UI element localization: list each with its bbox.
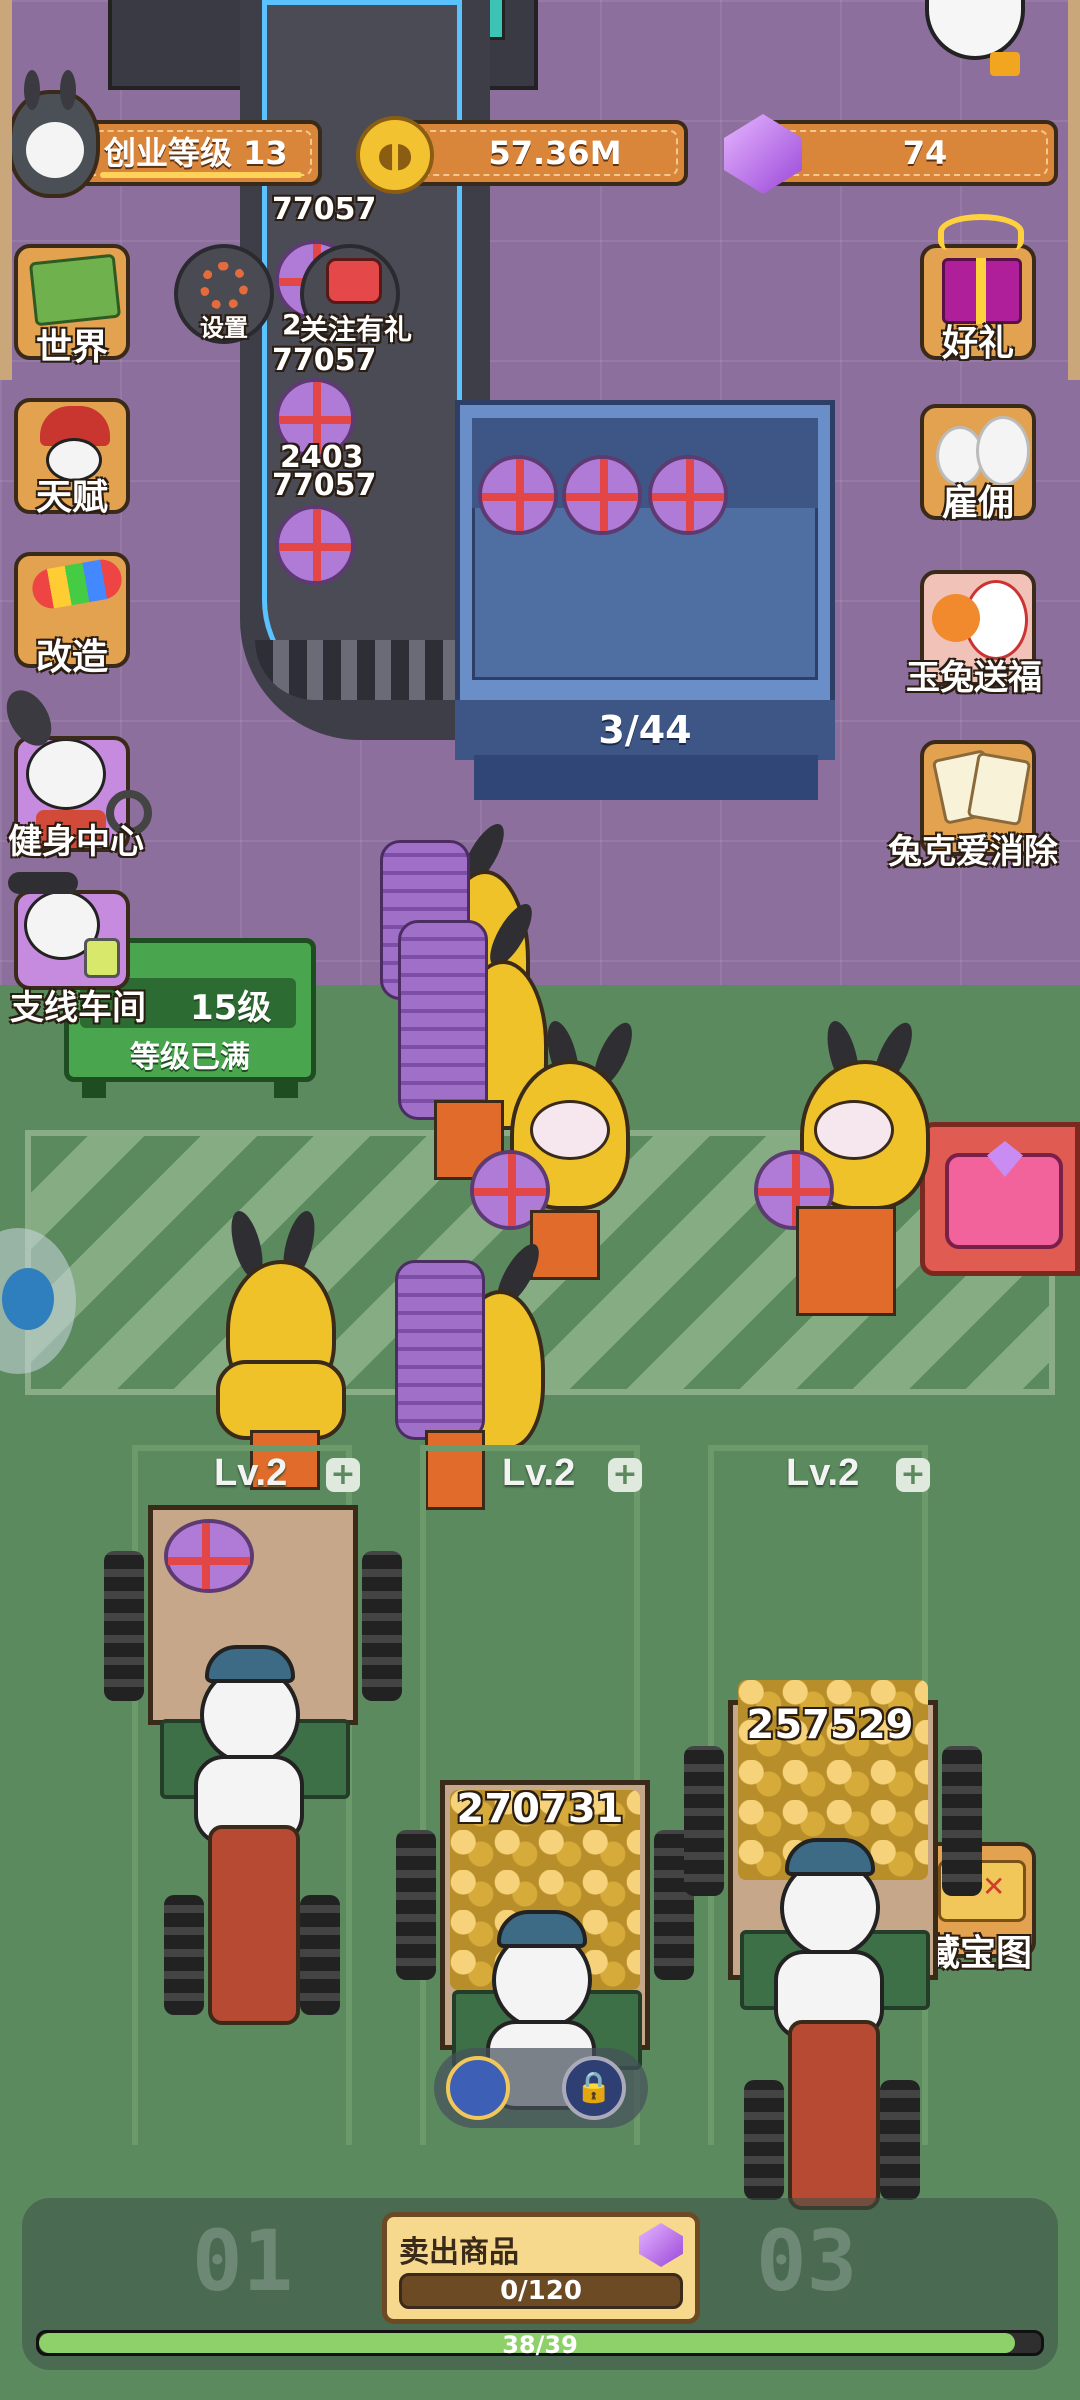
shelf-foot	[474, 755, 818, 800]
left-wall-edge	[0, 0, 12, 380]
lock-icon[interactable]: 🔒	[562, 2056, 626, 2120]
gift-label: 好礼	[941, 323, 1014, 364]
gym-label: 健身中心	[8, 822, 144, 862]
sell-goods-panel[interactable]: 卖出商品 0/120	[382, 2212, 700, 2324]
coin-balance-bar[interactable]: 57.36M	[392, 120, 688, 186]
settings-label: 设置	[200, 314, 248, 342]
chat-icon	[2, 1268, 54, 1330]
sell-progress-text: 0/120	[500, 2276, 582, 2306]
conveyor-label: 77057	[272, 192, 377, 227]
truck-3-coin-count: 257529	[746, 1702, 914, 1748]
delivery-truck-1[interactable]	[104, 1505, 404, 2045]
level-progress-bar	[100, 172, 302, 178]
stored-gift	[478, 455, 558, 535]
paint-roller-icon	[29, 556, 125, 612]
jade-rabbit-label: 玉兔送福	[906, 658, 1042, 698]
gem-balance-bar[interactable]: 74	[762, 120, 1058, 186]
delivery-truck-2[interactable]	[396, 1780, 696, 2200]
elimination-label: 兔克爱消除	[888, 832, 1058, 872]
settings-button[interactable]: 设置	[174, 244, 274, 344]
sell-progress-track: 0/120	[399, 2273, 683, 2309]
branch-workshop-label: 支线车间	[10, 988, 146, 1028]
chicken-foot	[990, 52, 1020, 76]
hire-label: 雇佣	[941, 483, 1014, 524]
delivery-truck-3[interactable]	[684, 1680, 984, 2220]
lane-level-label: Lv.2	[502, 1452, 576, 1494]
x-mark-icon: ✕	[982, 1870, 1006, 1903]
storage-count: 3/44	[598, 708, 692, 752]
workshop-level: 15级	[190, 988, 272, 1028]
dock-number-1: 01	[192, 2212, 294, 2310]
workshop-cap	[8, 872, 78, 894]
stored-gift	[562, 455, 642, 535]
main-progress-text: 38/39	[502, 2331, 578, 2359]
remodel-label: 改造	[35, 637, 108, 678]
gear-icon	[200, 262, 248, 310]
gem-balance: 74	[902, 134, 948, 172]
lane-level-label: Lv.2	[786, 1452, 860, 1494]
workshop-status: 等级已满	[130, 1040, 250, 1075]
world-map-icon	[28, 253, 122, 327]
follow-gift-label: 关注有礼	[300, 313, 413, 346]
lantern-icon	[932, 594, 980, 642]
lane-upgrade-button[interactable]: +	[608, 1458, 642, 1492]
player-avatar[interactable]	[8, 70, 100, 198]
conveyor-label: 77057	[272, 343, 377, 378]
follow-gift-count: 2	[282, 308, 302, 341]
worker-carrying-gift[interactable]	[754, 1017, 930, 1320]
dock-number-3: 03	[756, 2212, 858, 2310]
speed-boost-button[interactable]	[446, 2056, 510, 2120]
lane-level-label: Lv.2	[214, 1452, 288, 1494]
world-label: 世界	[35, 327, 108, 368]
conveyor-label: 77057	[272, 468, 377, 503]
lane-upgrade-button[interactable]: +	[326, 1458, 360, 1492]
avatar-ear	[24, 70, 40, 110]
gem-icon	[639, 2223, 683, 2267]
gym-mascot-icon	[26, 740, 106, 810]
rabbit-coin-icon: ◖◗	[356, 116, 434, 194]
talent-label: 天赋	[35, 477, 108, 518]
cup-icon	[84, 938, 120, 978]
avatar-ear	[60, 70, 76, 110]
coin-balance: 57.36M	[488, 134, 622, 172]
branch-workshop-button[interactable]	[14, 890, 130, 990]
avatar-face	[26, 122, 84, 178]
sign-leg	[82, 1080, 106, 1098]
heart-gift-icon	[326, 258, 382, 304]
sell-goods-label: 卖出商品	[399, 2235, 519, 2270]
lane-upgrade-button[interactable]: +	[896, 1458, 930, 1492]
mahjong-tile-icon	[966, 751, 1032, 827]
right-wall-edge	[1068, 0, 1080, 380]
gift-bow-icon	[938, 214, 1024, 250]
truck-2-coin-count: 270731	[456, 1786, 624, 1832]
sign-leg	[274, 1080, 298, 1098]
treasure-chest-offer[interactable]	[920, 1122, 1080, 1276]
stored-gift	[648, 455, 728, 535]
main-progress-track: 38/39	[36, 2330, 1044, 2359]
conveyor-gift	[275, 505, 355, 585]
